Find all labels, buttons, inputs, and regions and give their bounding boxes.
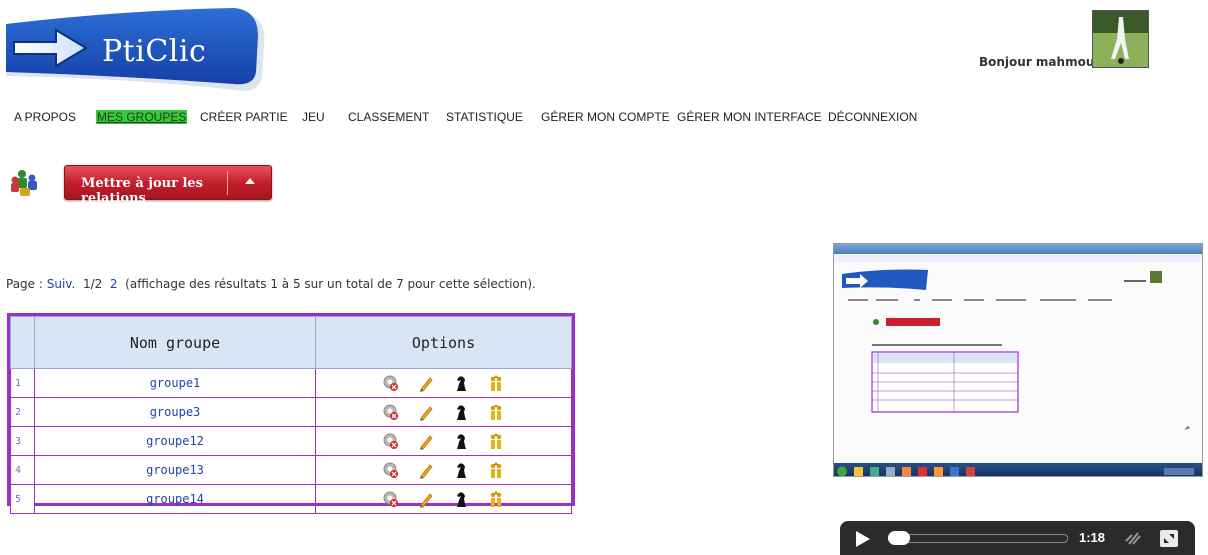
group-name[interactable]: groupe13: [34, 455, 316, 485]
row-options: [315, 368, 572, 398]
video-browser-titlebar: [834, 244, 1202, 254]
delete-gear-icon[interactable]: [383, 403, 399, 421]
video-time: 1:18: [1079, 530, 1106, 545]
nav-item-statistique[interactable]: STATISTIQUE: [446, 110, 523, 124]
row-options: [315, 455, 572, 485]
mute-icon[interactable]: [1124, 529, 1142, 547]
delete-gear-icon[interactable]: [383, 490, 399, 508]
table-row: 3 groupe12: [10, 426, 572, 456]
table-row: 2 groupe3: [10, 397, 572, 427]
pencil-icon[interactable]: [418, 374, 434, 392]
delete-gear-icon[interactable]: [383, 374, 399, 392]
people-up-icon[interactable]: [488, 490, 504, 508]
video-seek-bar[interactable]: [888, 534, 1068, 543]
nav-item-a-propos[interactable]: A PROPOS: [14, 110, 76, 124]
pager-page-2-link[interactable]: 2: [110, 277, 118, 291]
nav-item-mes-groupes[interactable]: MES GROUPES: [96, 110, 188, 124]
row-options: [315, 397, 572, 427]
video-frame-content: [834, 262, 1202, 463]
chess-knight-icon[interactable]: [453, 374, 469, 392]
delete-gear-icon[interactable]: [383, 461, 399, 479]
row-options: [315, 484, 572, 514]
pager-summary: (affichage des résultats 1 à 5 sur un to…: [125, 277, 536, 291]
table-row: 5 groupe14: [10, 484, 572, 514]
table-header-row: Nom groupe Options: [10, 316, 572, 369]
people-puzzle-icon: [8, 168, 42, 198]
group-name[interactable]: groupe12: [34, 426, 316, 456]
nav-item-gerer-mon-compte[interactable]: GÉRER MON COMPTE: [541, 110, 670, 124]
pager-next-link[interactable]: Suiv.: [47, 277, 76, 291]
nav-item-jeu[interactable]: JEU: [302, 110, 325, 124]
button-divider: [227, 171, 228, 195]
row-number: 4: [10, 455, 35, 485]
pencil-icon[interactable]: [418, 432, 434, 450]
nav-item-deconnexion[interactable]: DÉCONNEXION: [828, 110, 917, 124]
user-greeting: Bonjour mahmoud: [979, 55, 1103, 69]
people-up-icon[interactable]: [488, 374, 504, 392]
nav-item-classement[interactable]: CLASSEMENT: [348, 110, 429, 124]
chess-knight-icon[interactable]: [453, 432, 469, 450]
row-options: [315, 426, 572, 456]
group-name[interactable]: groupe14: [34, 484, 316, 514]
video-preview[interactable]: [833, 243, 1203, 477]
table-row: 4 groupe13: [10, 455, 572, 485]
video-taskbar: [834, 463, 1202, 476]
row-number: 3: [10, 426, 35, 456]
table-row: 1 groupe1: [10, 368, 572, 398]
header-num: [10, 316, 35, 369]
delete-gear-icon[interactable]: [383, 432, 399, 450]
play-icon[interactable]: [856, 531, 870, 547]
pager-prefix: Page :: [6, 277, 43, 291]
row-number: 5: [10, 484, 35, 514]
logo[interactable]: PtiClic: [6, 6, 270, 96]
group-name[interactable]: groupe1: [34, 368, 316, 398]
people-up-icon[interactable]: [488, 403, 504, 421]
chess-knight-icon[interactable]: [453, 403, 469, 421]
dropdown-arrow-icon[interactable]: [245, 178, 255, 184]
update-relations-label: Mettre à jour les relations: [81, 176, 203, 206]
people-up-icon[interactable]: [488, 432, 504, 450]
logo-text: PtiClic: [102, 34, 207, 69]
video-controls: 1:18: [840, 521, 1195, 555]
nav-item-gerer-mon-interface[interactable]: GÉRER MON INTERFACE: [677, 110, 822, 124]
pencil-icon[interactable]: [418, 490, 434, 508]
chess-knight-icon[interactable]: [453, 461, 469, 479]
pencil-icon[interactable]: [418, 403, 434, 421]
people-up-icon[interactable]: [488, 461, 504, 479]
pagination: Page : Suiv. 1/2 2 (affichage des résult…: [6, 277, 536, 291]
fullscreen-icon[interactable]: [1160, 530, 1178, 547]
pager-current: 1/2: [82, 277, 103, 291]
row-number: 2: [10, 397, 35, 427]
chess-knight-icon[interactable]: [453, 490, 469, 508]
groups-table: Nom groupe Options 1 groupe1 2 groupe3 3…: [7, 313, 575, 514]
row-number: 1: [10, 368, 35, 398]
pencil-icon[interactable]: [418, 461, 434, 479]
nav-item-creer-partie[interactable]: CRÉER PARTIE: [200, 110, 288, 124]
video-seek-handle[interactable]: [888, 531, 910, 545]
group-name[interactable]: groupe3: [34, 397, 316, 427]
avatar[interactable]: [1092, 10, 1149, 68]
update-relations-button[interactable]: Mettre à jour les relations: [64, 165, 272, 206]
header-options: Options: [315, 316, 572, 369]
header-nom-groupe: Nom groupe: [34, 316, 316, 369]
